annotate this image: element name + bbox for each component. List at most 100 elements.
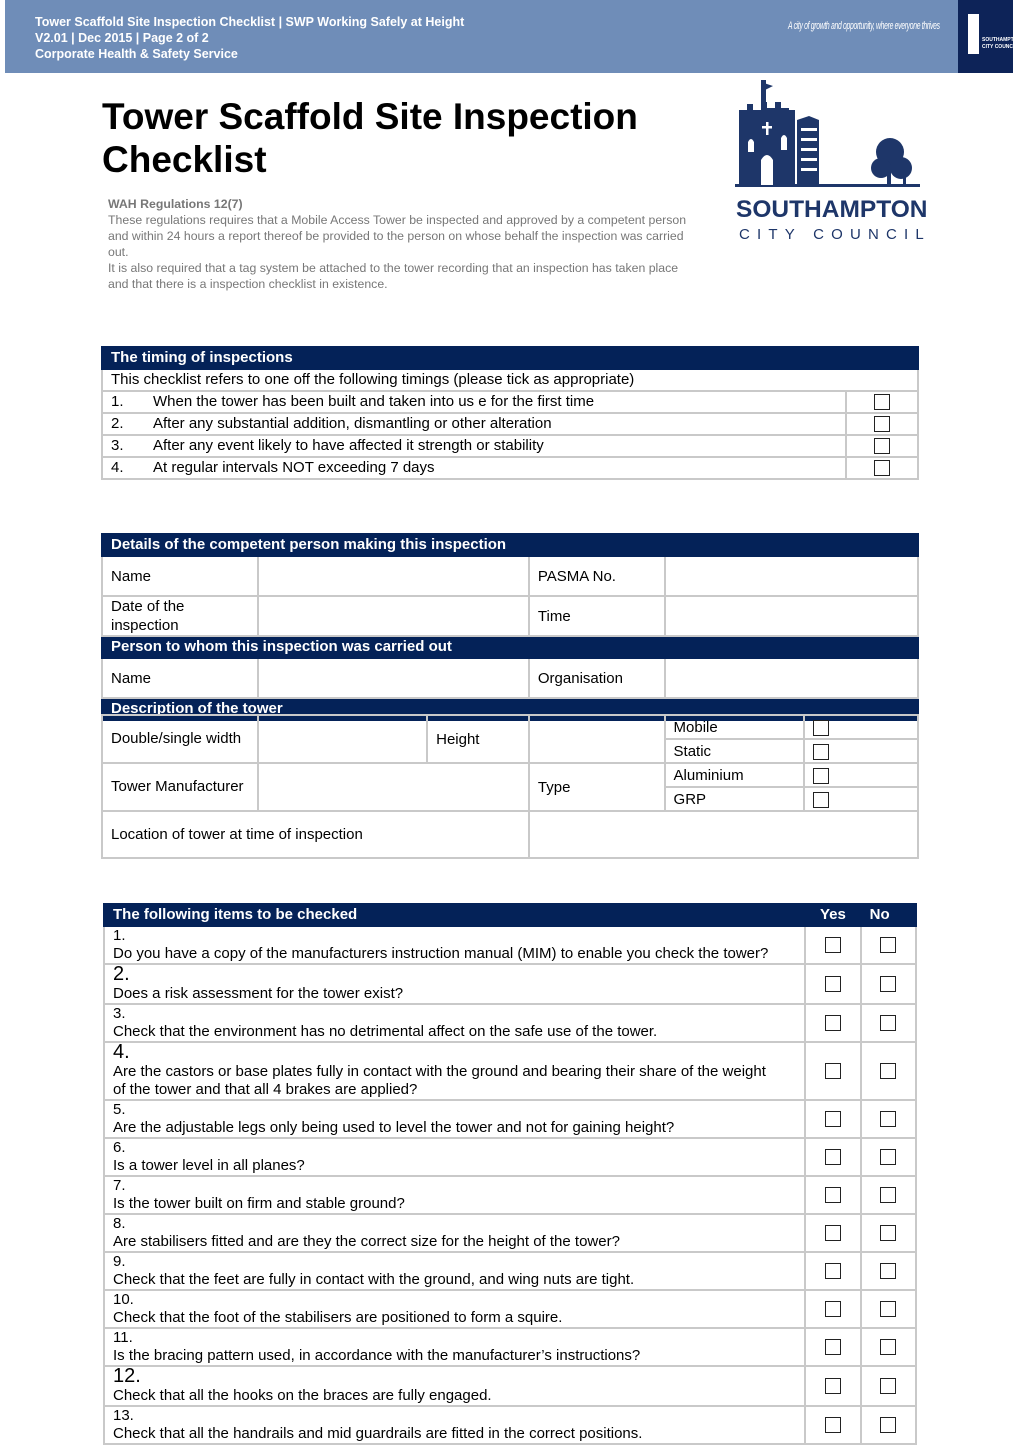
width-label: Double/single width [101,714,259,764]
yes-checkbox[interactable] [824,937,841,954]
tower-icon [968,14,979,54]
yes-checkbox[interactable] [824,1378,841,1395]
yes-checkbox-cell [804,1289,862,1329]
check-question: Are the castors or base plates fully in … [113,1063,766,1098]
pasma-field[interactable] [663,555,920,597]
check-item: 9.Check that the feet are fully in conta… [102,1251,807,1291]
no-checkbox[interactable] [880,1015,897,1032]
check-row: 3.Check that the environment has no detr… [102,1003,918,1043]
mobile-checkbox-cell [803,714,919,740]
yes-checkbox[interactable] [824,1187,841,1204]
checks-table: The following items to be checked Yes No… [102,903,918,1445]
yes-checkbox[interactable] [824,1225,841,1242]
person-name-label: Name [101,657,259,699]
header-line-2: V2.01 | Dec 2015 | Page 2 of 2 [35,31,209,45]
yes-checkbox[interactable] [824,1301,841,1318]
check-item: 10.Check that the foot of the stabiliser… [102,1289,807,1329]
no-checkbox-cell [859,1175,918,1215]
yes-checkbox-cell [804,1175,862,1215]
yes-checkbox-cell [804,1405,862,1445]
yes-checkbox[interactable] [824,1111,841,1128]
check-question: Check that all the hooks on the braces a… [113,1387,492,1404]
timing-item: 3. After any event likely to have affecte… [101,434,847,458]
name-field[interactable] [256,555,530,597]
static-checkbox-cell [803,738,919,764]
yes-checkbox-cell [804,963,862,1005]
checks-heading: The following items to be checked [102,903,807,927]
check-question: Check that all the handrails and mid gua… [113,1425,643,1442]
check-number: 10. [113,1291,134,1308]
check-number: 9. [113,1253,126,1270]
check-item: 1.Do you have a copy of the manufacturer… [102,925,807,965]
check-item: 4.Are the castors or base plates fully i… [102,1041,807,1101]
organisation-field[interactable] [663,657,920,699]
date-field[interactable] [256,595,530,637]
timing-row: 3. After any event likely to have affecte… [101,434,919,458]
yes-checkbox-cell [804,1327,862,1367]
no-checkbox[interactable] [880,1111,897,1128]
check-row: 11.Is the bracing pattern used, in accor… [102,1327,918,1367]
aluminium-checkbox-cell [803,762,919,788]
timing-item: 1. When the tower has been built and take… [101,390,847,414]
check-number: 2. [113,963,130,985]
yes-checkbox[interactable] [824,1015,841,1032]
header-banner: Tower Scaffold Site Inspection Checklist… [5,0,1020,73]
aluminium-checkbox[interactable] [813,767,830,784]
yes-checkbox-cell [804,1365,862,1407]
no-checkbox[interactable] [880,1225,897,1242]
check-number: 11. [113,1329,133,1346]
no-checkbox[interactable] [880,1263,897,1280]
no-checkbox[interactable] [880,1378,897,1395]
height-field[interactable] [527,714,666,764]
timing-checkbox-cell [845,434,919,458]
yes-checkbox[interactable] [824,1149,841,1166]
no-checkbox[interactable] [880,1417,897,1434]
no-checkbox[interactable] [880,937,897,954]
organisation-label: Organisation [527,657,666,699]
check-question: Check that the environment has no detrim… [113,1023,658,1040]
council-badge-logo: SOUTHAMPTON CITY COUNCIL [958,0,1020,73]
no-checkbox[interactable] [880,1187,897,1204]
mobile-label: Mobile [663,714,806,740]
static-checkbox[interactable] [813,743,830,760]
no-checkbox-cell [859,1099,918,1139]
timing-checkbox-cell [845,412,919,436]
manufacturer-field[interactable] [256,762,530,812]
mobile-checkbox[interactable] [813,719,830,736]
yes-checkbox[interactable] [824,1417,841,1434]
timing-checkbox[interactable] [874,416,890,433]
yes-checkbox[interactable] [824,1263,841,1280]
location-field[interactable] [527,810,920,859]
timing-checkbox[interactable] [874,438,890,455]
check-number: 7. [113,1177,126,1194]
check-row: 4.Are the castors or base plates fully i… [102,1041,918,1101]
check-item: 2.Does a risk assessment for the tower e… [102,963,807,1005]
no-checkbox[interactable] [880,1301,897,1318]
header-tagline: A city of growth and opportunity, where … [788,20,940,32]
yes-checkbox[interactable] [824,976,841,993]
check-question: Is the tower built on firm and stable gr… [113,1195,405,1212]
person-name-field[interactable] [256,657,530,699]
no-checkbox[interactable] [880,1339,897,1356]
no-checkbox[interactable] [880,976,897,993]
timing-number: 3. [111,437,124,454]
no-checkbox[interactable] [880,1063,897,1080]
yes-checkbox-cell [804,925,862,965]
yes-checkbox[interactable] [824,1063,841,1080]
no-checkbox-cell [859,1213,918,1253]
yes-checkbox[interactable] [824,1339,841,1356]
tower-description-table: Double/single width Height Mobile Static… [101,714,920,859]
type-label: Type [527,762,666,812]
width-field[interactable] [256,714,429,764]
yes-checkbox-cell [804,1137,862,1177]
timing-row: 2. After any substantial addition, disman… [101,412,919,436]
details-table: Details of the competent person making t… [101,533,920,721]
time-field[interactable] [663,595,920,637]
timing-checkbox[interactable] [874,394,890,411]
timing-text: At regular intervals NOT exceeding 7 day… [153,459,435,476]
timing-checkbox[interactable] [874,460,890,477]
grp-checkbox[interactable] [813,791,830,808]
no-checkbox[interactable] [880,1149,897,1166]
check-question: Do you have a copy of the manufacturers … [113,945,769,962]
check-number: 12. [113,1365,141,1387]
